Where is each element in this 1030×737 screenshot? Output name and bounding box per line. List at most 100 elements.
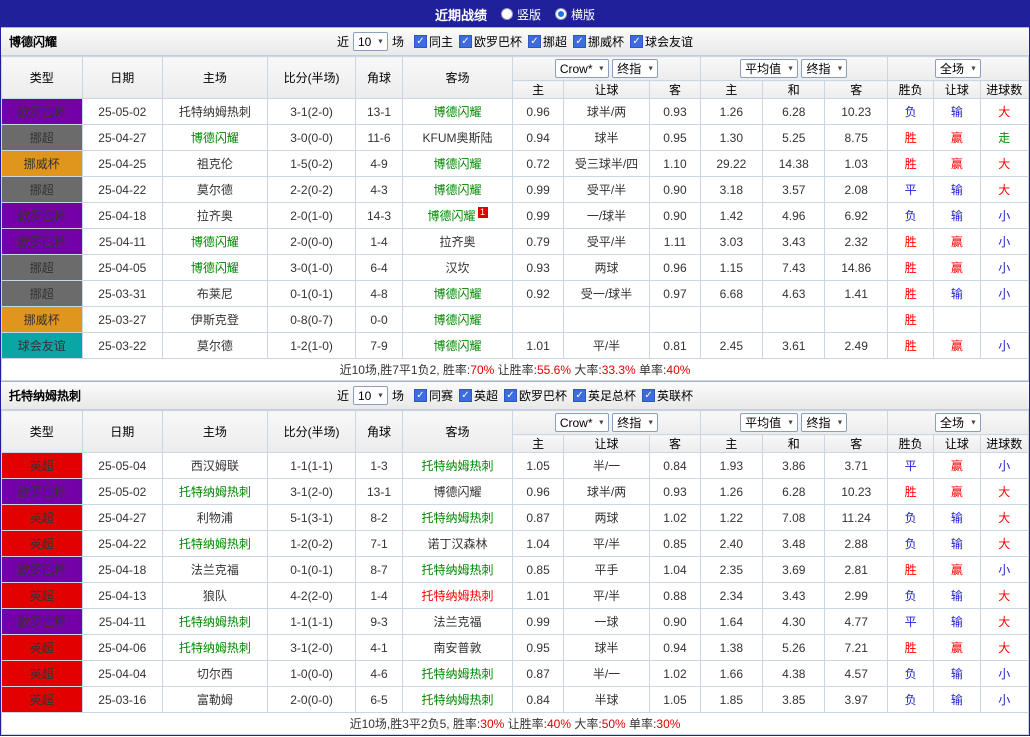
home-team[interactable]: 布莱尼 bbox=[162, 280, 268, 307]
match-score[interactable]: 2-0(1-0) bbox=[266, 202, 357, 229]
away-team[interactable]: 托特纳姆热刺 bbox=[401, 660, 514, 687]
home-team[interactable]: 切尔西 bbox=[162, 660, 268, 687]
recent-count-select[interactable]: 10 bbox=[352, 32, 388, 51]
match-score[interactable]: 0-1(0-1) bbox=[266, 280, 357, 307]
filter-checkbox-欧罗巴杯[interactable]: ✓ 欧罗巴杯 bbox=[504, 387, 567, 404]
match-score[interactable]: 1-5(0-2) bbox=[266, 150, 357, 177]
match-score[interactable]: 4-2(2-0) bbox=[266, 582, 357, 609]
away-team[interactable]: 拉齐奥 bbox=[401, 228, 514, 255]
away-team[interactable]: 托特纳姆热刺 bbox=[401, 556, 514, 583]
home-team[interactable]: 祖克伦 bbox=[162, 150, 268, 177]
filter-checkbox-球会友谊[interactable]: ✓ 球会友谊 bbox=[630, 33, 693, 50]
result-goals: 小 bbox=[979, 452, 1030, 479]
away-team[interactable]: 托特纳姆热刺 bbox=[401, 452, 514, 479]
filter-checkbox-英足总杯[interactable]: ✓ 英足总杯 bbox=[573, 387, 636, 404]
checkbox-checked-icon[interactable]: ✓ bbox=[413, 389, 427, 402]
home-team[interactable]: 利物浦 bbox=[162, 504, 268, 531]
home-team[interactable]: 拉齐奥 bbox=[162, 202, 268, 229]
asia-odds-time-select[interactable]: 终指 bbox=[612, 413, 659, 432]
filter-checkbox-英联杯[interactable]: ✓ 英联杯 bbox=[642, 387, 693, 404]
match-score[interactable]: 2-0(0-0) bbox=[266, 686, 357, 713]
match-score[interactable]: 3-0(0-0) bbox=[266, 124, 357, 151]
col-asia-handicap: 让球 bbox=[562, 80, 651, 99]
home-team[interactable]: 法兰克福 bbox=[162, 556, 268, 583]
away-team[interactable]: 博德闪耀 bbox=[401, 150, 514, 177]
match-score[interactable]: 3-1(2-0) bbox=[266, 478, 357, 505]
asia-odds-source-select[interactable]: Crow* bbox=[554, 413, 609, 432]
filter-checkbox-同主[interactable]: ✓ 同主 bbox=[413, 33, 453, 50]
away-team[interactable]: 诺丁汉森林 bbox=[401, 530, 514, 557]
checkbox-checked-icon[interactable]: ✓ bbox=[573, 389, 587, 402]
checkbox-checked-icon[interactable]: ✓ bbox=[458, 35, 472, 48]
match-score[interactable]: 3-1(2-0) bbox=[266, 98, 357, 125]
away-team[interactable]: 汉坎 bbox=[401, 254, 514, 281]
euro-draw-odds: 3.69 bbox=[762, 556, 826, 583]
filter-checkbox-英超[interactable]: ✓ 英超 bbox=[458, 387, 498, 404]
result-scope-select[interactable]: 全场 bbox=[934, 413, 981, 432]
away-team[interactable]: 托特纳姆热刺 bbox=[401, 504, 514, 531]
match-score[interactable]: 3-1(2-0) bbox=[266, 634, 357, 661]
away-team[interactable]: 博德闪耀 bbox=[401, 332, 514, 359]
away-team[interactable]: 博德闪耀 bbox=[401, 176, 514, 203]
home-team[interactable]: 托特纳姆热刺 bbox=[162, 608, 268, 635]
checkbox-checked-icon[interactable]: ✓ bbox=[630, 35, 644, 48]
euro-odds-time-select[interactable]: 终指 bbox=[801, 59, 848, 78]
filter-checkbox-挪威杯[interactable]: ✓ 挪威杯 bbox=[573, 33, 624, 50]
away-team[interactable]: 博德闪耀 bbox=[401, 478, 514, 505]
layout-radio-horizontal[interactable]: 横版 bbox=[555, 6, 595, 23]
recent-count-select[interactable]: 10 bbox=[352, 386, 388, 405]
checkbox-checked-icon[interactable]: ✓ bbox=[458, 389, 472, 402]
away-team[interactable]: 博德闪耀 1 bbox=[401, 202, 514, 229]
away-team[interactable]: 博德闪耀 bbox=[401, 306, 514, 333]
radio-checked-icon[interactable] bbox=[555, 8, 567, 20]
home-team[interactable]: 莫尔德 bbox=[162, 176, 268, 203]
away-team[interactable]: 博德闪耀 bbox=[401, 280, 514, 307]
result-scope-select[interactable]: 全场 bbox=[934, 59, 981, 78]
match-score[interactable]: 1-2(0-2) bbox=[266, 530, 357, 557]
checkbox-checked-icon[interactable]: ✓ bbox=[642, 389, 656, 402]
match-score[interactable]: 1-2(1-0) bbox=[266, 332, 357, 359]
asia-odds-source-select[interactable]: Crow* bbox=[554, 59, 609, 78]
home-team[interactable]: 托特纳姆热刺 bbox=[162, 530, 268, 557]
checkbox-checked-icon[interactable]: ✓ bbox=[504, 389, 517, 402]
away-team[interactable]: 托特纳姆热刺 bbox=[401, 582, 514, 609]
filter-checkbox-同赛[interactable]: ✓ 同赛 bbox=[413, 387, 453, 404]
away-team[interactable]: KFUM奥斯陆 bbox=[401, 124, 514, 151]
home-team[interactable]: 博德闪耀 bbox=[162, 124, 268, 151]
match-score[interactable]: 2-2(0-2) bbox=[266, 176, 357, 203]
match-score[interactable]: 5-1(3-1) bbox=[266, 504, 357, 531]
home-team[interactable]: 托特纳姆热刺 bbox=[162, 478, 268, 505]
home-team[interactable]: 狼队 bbox=[162, 582, 268, 609]
checkbox-checked-icon[interactable]: ✓ bbox=[413, 35, 427, 48]
home-team[interactable]: 莫尔德 bbox=[162, 332, 268, 359]
home-team[interactable]: 托特纳姆热刺 bbox=[162, 634, 268, 661]
radio-unchecked-icon[interactable] bbox=[500, 8, 513, 20]
euro-odds-source-select[interactable]: 平均值 bbox=[740, 59, 799, 78]
away-team[interactable]: 法兰克福 bbox=[401, 608, 514, 635]
home-team[interactable]: 伊斯克登 bbox=[162, 306, 268, 333]
match-score[interactable]: 1-1(1-1) bbox=[266, 452, 357, 479]
match-score[interactable]: 0-8(0-7) bbox=[266, 306, 357, 333]
home-team[interactable]: 托特纳姆热刺 bbox=[162, 98, 268, 125]
euro-odds-source-select[interactable]: 平均值 bbox=[740, 413, 799, 432]
filter-checkbox-欧罗巴杯[interactable]: ✓ 欧罗巴杯 bbox=[458, 33, 522, 50]
euro-home-odds: 29.22 bbox=[699, 150, 764, 177]
asia-odds-time-select[interactable]: 终指 bbox=[612, 59, 659, 78]
match-score[interactable]: 1-1(1-1) bbox=[266, 608, 357, 635]
away-team[interactable]: 南安普敦 bbox=[401, 634, 514, 661]
away-team[interactable]: 托特纳姆热刺 bbox=[401, 686, 514, 713]
euro-odds-time-select[interactable]: 终指 bbox=[801, 413, 848, 432]
match-score[interactable]: 0-1(0-1) bbox=[266, 556, 357, 583]
away-team[interactable]: 博德闪耀 bbox=[401, 98, 514, 125]
checkbox-checked-icon[interactable]: ✓ bbox=[528, 35, 541, 48]
home-team[interactable]: 博德闪耀 bbox=[162, 254, 268, 281]
match-score[interactable]: 3-0(1-0) bbox=[266, 254, 357, 281]
checkbox-checked-icon[interactable]: ✓ bbox=[573, 35, 587, 48]
match-score[interactable]: 2-0(0-0) bbox=[266, 228, 357, 255]
home-team[interactable]: 富勒姆 bbox=[162, 686, 268, 713]
layout-radio-vertical[interactable]: 竖版 bbox=[500, 6, 541, 23]
filter-checkbox-挪超[interactable]: ✓ 挪超 bbox=[528, 33, 567, 50]
home-team[interactable]: 西汉姆联 bbox=[162, 452, 268, 479]
home-team[interactable]: 博德闪耀 bbox=[162, 228, 268, 255]
match-score[interactable]: 1-0(0-0) bbox=[266, 660, 357, 687]
